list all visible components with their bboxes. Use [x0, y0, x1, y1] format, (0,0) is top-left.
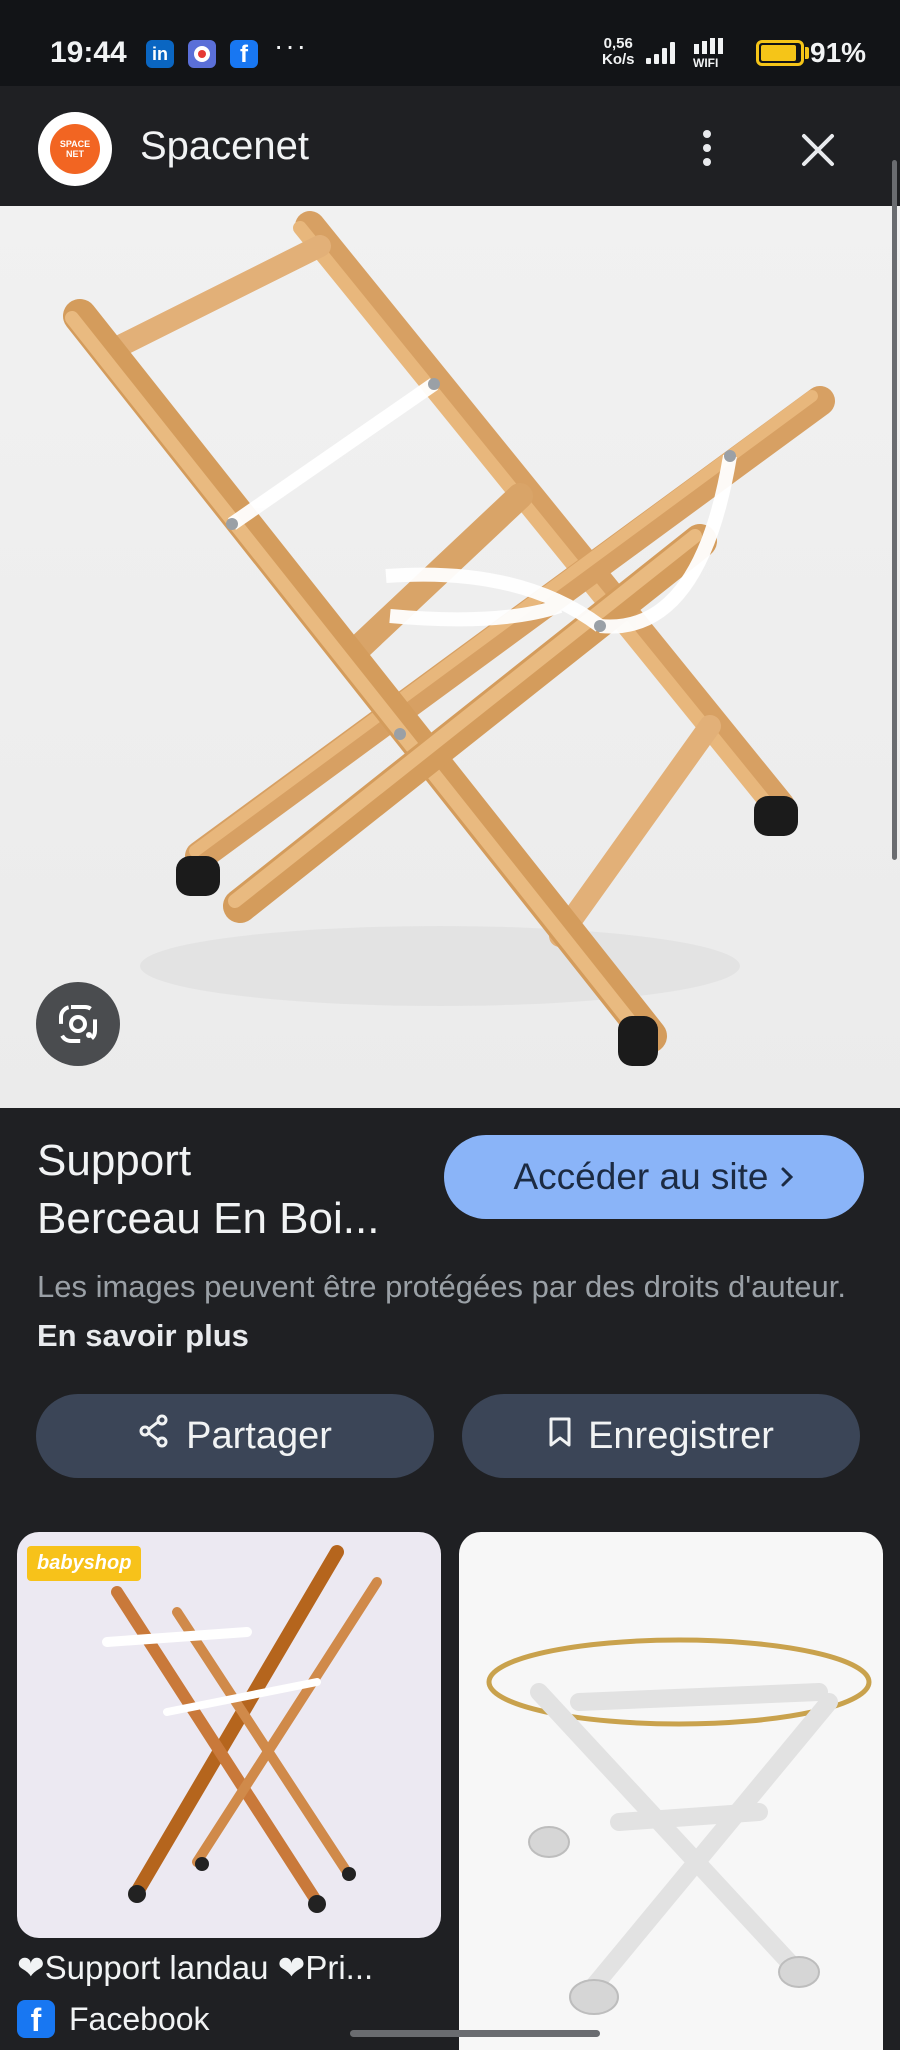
visit-site-label: Accéder au site [513, 1156, 769, 1197]
facebook-icon: f [17, 2000, 55, 2038]
share-button[interactable]: Partager [36, 1394, 434, 1478]
signal-strength-icon [646, 40, 675, 64]
google-lens-icon[interactable] [36, 982, 120, 1066]
scrollbar[interactable] [892, 160, 897, 860]
babyshop-cradle-stand-illustration [102, 1545, 382, 1913]
home-indicator[interactable] [350, 2030, 600, 2037]
network-speed: 0,56 Ko/s [602, 36, 635, 68]
speed-unit: Ko/s [602, 51, 635, 68]
copyright-text: Les images peuvent être protégées par de… [37, 1269, 846, 1304]
viewer-header: SPACE NET Spacenet [0, 86, 900, 206]
more-notifications-icon: ··· [274, 30, 308, 61]
site-logo-text: SPACE NET [50, 124, 100, 174]
facebook-icon: f [230, 40, 258, 68]
result-title[interactable]: Support Berceau En Boi... [37, 1132, 447, 1248]
save-label: Enregistrer [588, 1414, 774, 1457]
status-bar: 19:44 in f ··· 0,56 Ko/s WIFI 91% [0, 0, 900, 86]
wooden-cradle-stand-illustration [63, 211, 835, 1066]
battery-tip [805, 47, 809, 59]
learn-more-link[interactable]: En savoir plus [37, 1318, 249, 1353]
copyright-notice: Les images peuvent être protégées par de… [37, 1262, 867, 1360]
speed-value: 0,56 [603, 35, 633, 52]
more-vert-icon[interactable] [690, 118, 724, 178]
source-name: Facebook [69, 2000, 210, 2037]
related-result-card[interactable] [459, 1532, 883, 2050]
main-product-image[interactable] [0, 206, 900, 1108]
related-result-card[interactable]: babyshop [17, 1532, 441, 1938]
wifi-label: WIFI [693, 56, 719, 70]
linkedin-icon: in [146, 40, 174, 68]
status-time: 19:44 [50, 36, 127, 69]
battery-fill [761, 45, 796, 61]
related-result-source[interactable]: f Facebook [17, 2000, 210, 2038]
white-cradle-stand-illustration [486, 1637, 872, 2015]
bookmark-icon [548, 1415, 572, 1458]
share-icon [138, 1414, 170, 1458]
game-app-icon [188, 40, 216, 68]
visit-site-button[interactable]: Accéder au site [444, 1135, 864, 1219]
site-name[interactable]: Spacenet [140, 124, 309, 169]
battery-icon [756, 40, 804, 66]
card-badge: babyshop [27, 1546, 142, 1581]
site-logo[interactable]: SPACE NET [38, 112, 112, 186]
related-result-caption[interactable]: ❤Support landau ❤Pri... [17, 1948, 437, 1987]
battery-percent: 91% [810, 37, 867, 68]
close-icon[interactable] [792, 124, 844, 176]
share-label: Partager [186, 1414, 332, 1457]
save-button[interactable]: Enregistrer [462, 1394, 860, 1478]
chevron-right-icon [779, 1156, 795, 1198]
